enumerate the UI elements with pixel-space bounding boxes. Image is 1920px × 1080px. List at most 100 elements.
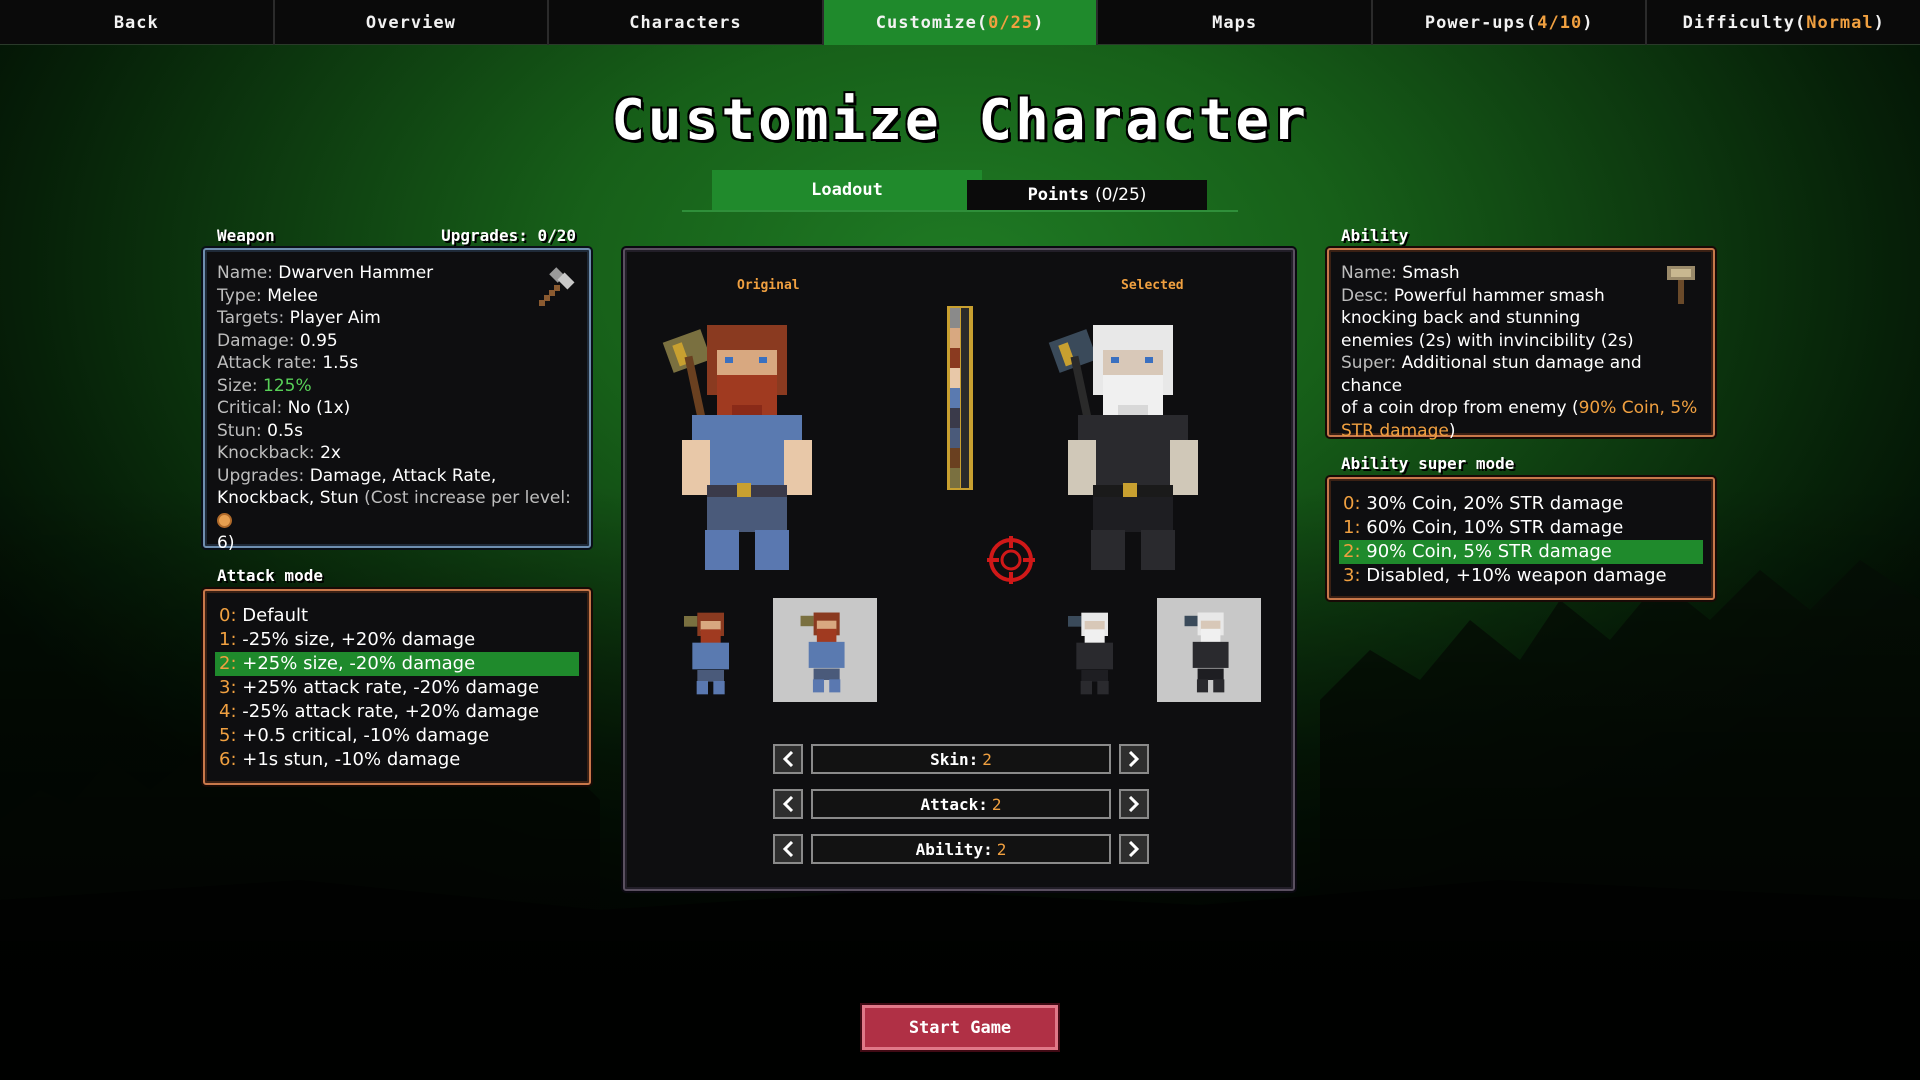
subtab-points-label: Points — [1027, 185, 1089, 205]
original-character-thumb-highlight — [800, 612, 845, 693]
start-game-button[interactable]: Start Game — [862, 1005, 1058, 1050]
weapon-rate-row: Attack rate: 1.5s — [217, 352, 577, 375]
ability-super-item-3[interactable]: 3: Disabled, +10% weapon damage — [1339, 564, 1703, 588]
weapon-upgrades-key: Upgrades: — [217, 465, 305, 486]
tab-maps[interactable]: Maps — [1098, 0, 1373, 45]
attack-mode-item-6[interactable]: 6: +1s stun, -10% damage — [215, 748, 579, 772]
ability-super-item-1[interactable]: 1: 60% Coin, 10% STR damage — [1339, 516, 1703, 540]
attack-mode-item-2[interactable]: 2: +25% size, -20% damage — [215, 652, 579, 676]
original-character-thumb — [684, 612, 729, 695]
tab-customize[interactable]: Customize (0/25) — [823, 0, 1099, 45]
ability-name-row: Name: Smash — [1341, 262, 1705, 285]
weapon-upgrade-cost-label: (Cost increase per level: — [364, 488, 571, 508]
ability-desc-key: Desc: — [1341, 285, 1389, 306]
skin-prev-button[interactable] — [773, 744, 803, 774]
tab-back[interactable]: Back — [0, 0, 275, 45]
selected-label: Selected — [1121, 278, 1184, 293]
ability-super-row-3: STR damage) — [1341, 420, 1705, 443]
weapon-upgrades-value: Damage, Attack Rate, — [309, 465, 497, 486]
attack-mode-item-number: 4: — [219, 701, 237, 722]
ability-super-item-number: 3: — [1343, 565, 1361, 586]
ability-field: Ability: 2 — [811, 834, 1111, 864]
crosshair-icon — [987, 536, 1035, 584]
chevron-left-icon — [782, 796, 794, 812]
tab-customize-paren-open: ( — [976, 12, 989, 33]
skin-palette-strip — [947, 306, 973, 490]
weapon-critical-row: Critical: No (1x) — [217, 397, 577, 420]
ability-super-item-text: 60% Coin, 10% STR damage — [1366, 517, 1624, 538]
chevron-left-icon — [782, 751, 794, 767]
tab-characters-label: Characters — [629, 12, 742, 33]
ability-super-heading: Ability super mode — [1341, 454, 1515, 473]
attack-selector: Attack: 2 — [773, 789, 1149, 819]
weapon-panel: Name: Dwarven Hammer Type: Melee Targets… — [203, 248, 591, 553]
weapon-knockback-key: Knockback: — [217, 443, 315, 463]
original-character-sprite — [662, 325, 812, 570]
start-game-label: Start Game — [908, 1017, 1012, 1038]
chevron-right-icon — [1128, 796, 1140, 812]
weapon-knockback-row: Knockback: 2x — [217, 442, 577, 465]
tab-power-ups[interactable]: Power-ups (4/10) — [1373, 0, 1648, 45]
tab-overview[interactable]: Overview — [275, 0, 550, 45]
weapon-damage-value: 0.95 — [299, 330, 338, 351]
attack-next-button[interactable] — [1119, 789, 1149, 819]
subtab-points-count: (0/25) — [1094, 185, 1147, 205]
weapon-critical-key: Critical: — [217, 398, 283, 418]
original-thumb-frame — [773, 598, 877, 702]
attack-prev-button[interactable] — [773, 789, 803, 819]
chevron-right-icon — [1128, 841, 1140, 857]
ability-name-key: Name: — [1341, 263, 1397, 283]
weapon-type-value: Melee — [267, 285, 318, 306]
subtab-loadout[interactable]: Loadout — [712, 170, 982, 210]
weapon-type-row: Type: Melee — [217, 285, 577, 308]
tab-customize-count: 0/25 — [988, 12, 1034, 33]
attack-mode-item-text: -25% attack rate, +20% damage — [242, 701, 540, 722]
weapon-rate-key: Attack rate: — [217, 353, 317, 373]
coin-icon — [217, 512, 232, 528]
tab-power-ups-paren-close: ) — [1582, 12, 1594, 33]
selected-thumb-frame — [1157, 598, 1261, 702]
ability-selector: Ability: 2 — [773, 834, 1149, 864]
tab-difficulty-label: Difficulty — [1682, 12, 1795, 33]
weapon-targets-row: Targets: Player Aim — [217, 307, 577, 330]
subtab-loadout-label: Loadout — [811, 180, 883, 200]
subtab-points[interactable]: Points (0/25) — [967, 180, 1207, 210]
weapon-name-key: Name: — [217, 263, 273, 283]
attack-mode-item-3[interactable]: 3: +25% attack rate, -20% damage — [215, 676, 579, 700]
ability-next-button[interactable] — [1119, 834, 1149, 864]
ability-super-key: Super: — [1341, 353, 1397, 373]
tab-difficulty-paren-open: ( — [1794, 12, 1807, 33]
tab-difficulty[interactable]: Difficulty (Normal) — [1647, 0, 1920, 45]
skin-next-button[interactable] — [1119, 744, 1149, 774]
ability-value: 2 — [996, 839, 1007, 859]
ability-panel: Name: Smash Desc: Powerful hammer smash … — [1327, 248, 1715, 441]
weapon-name-row: Name: Dwarven Hammer — [217, 262, 577, 285]
attack-field: Attack: 2 — [811, 789, 1111, 819]
ability-super-item-text: 30% Coin, 20% STR damage — [1366, 493, 1624, 514]
selected-character-thumb — [1068, 612, 1113, 695]
attack-mode-item-4[interactable]: 4: -25% attack rate, +20% damage — [215, 700, 579, 724]
attack-value: 2 — [991, 794, 1002, 814]
ability-super-item-2[interactable]: 2: 90% Coin, 5% STR damage — [1339, 540, 1703, 564]
weapon-type-key: Type: — [217, 285, 262, 306]
attack-mode-item-0[interactable]: 0: Default — [215, 604, 579, 628]
ability-super-item-text: Disabled, +10% weapon damage — [1366, 565, 1667, 586]
tab-overview-label: Overview — [365, 12, 456, 33]
tab-difficulty-paren-close: ) — [1873, 12, 1885, 33]
ability-desc-value-2: knocking back and stunning — [1341, 308, 1581, 328]
weapon-upgrade-cost-value: 6) — [217, 533, 235, 553]
attack-mode-item-text: +0.5 critical, -10% damage — [242, 725, 490, 746]
ability-desc-value-1: Powerful hammer smash — [1393, 285, 1605, 306]
attack-mode-item-number: 3: — [219, 677, 237, 698]
ability-super-item-number: 2: — [1343, 541, 1361, 562]
ability-prev-button[interactable] — [773, 834, 803, 864]
ability-super-item-0[interactable]: 0: 30% Coin, 20% STR damage — [1339, 492, 1703, 516]
weapon-upgrades-row-2: Knockback, Stun (Cost increase per level… — [217, 487, 577, 532]
tab-characters[interactable]: Characters — [549, 0, 824, 45]
chevron-left-icon — [782, 841, 794, 857]
attack-mode-item-number: 5: — [219, 725, 237, 746]
attack-mode-item-text: +25% attack rate, -20% damage — [242, 677, 540, 698]
weapon-damage-key: Damage: — [217, 330, 295, 351]
attack-mode-item-1[interactable]: 1: -25% size, +20% damage — [215, 628, 579, 652]
attack-mode-item-5[interactable]: 5: +0.5 critical, -10% damage — [215, 724, 579, 748]
